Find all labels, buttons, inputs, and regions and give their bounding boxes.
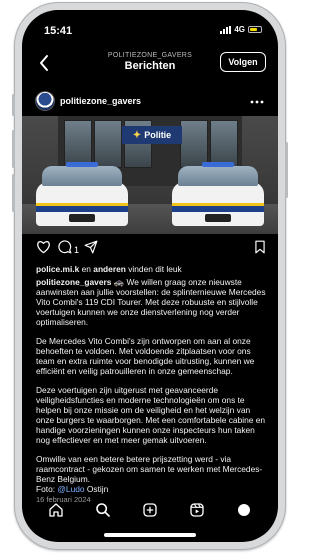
caption-paragraph-3: Deze voertuigen zijn uitgerust met geava… — [36, 385, 266, 445]
mute-switch — [12, 94, 15, 116]
likes-line: police.mi.k en anderen vinden dit leuk — [36, 264, 266, 274]
status-bar: 15:41 4G — [22, 10, 278, 38]
post-username[interactable]: politiezone_gavers — [60, 96, 141, 106]
battery-icon — [248, 26, 262, 33]
search-icon[interactable] — [92, 499, 114, 521]
post-photo[interactable]: ✦ Politie — [22, 116, 278, 234]
caption-paragraph-4: Omwille van een betere betere prijszetti… — [36, 454, 266, 494]
signal-icon — [220, 25, 232, 34]
bottom-nav — [22, 494, 278, 526]
photo-credit-prefix: Foto: — [36, 484, 56, 494]
post-caption: police.mi.k en anderen vinden dit leuk p… — [36, 264, 266, 505]
home-icon[interactable] — [45, 499, 67, 521]
star-icon: ✦ — [132, 129, 142, 141]
notch — [97, 10, 203, 32]
police-van-right — [172, 162, 264, 226]
likes-suffix: vinden dit leuk — [128, 264, 182, 274]
politie-sign: ✦ Politie — [122, 126, 182, 144]
photo-credit-link[interactable]: @Ludo — [57, 484, 84, 494]
create-icon[interactable] — [139, 499, 161, 521]
building-window — [64, 120, 92, 168]
building-window — [180, 120, 208, 168]
caption-paragraph-2: De Mercedes Vito Combi's zijn ontworpen … — [36, 336, 255, 376]
caption-paragraph: politiezone_gavers 🚓 We willen graag onz… — [36, 277, 266, 327]
home-indicator[interactable] — [104, 533, 196, 537]
status-indicators: 4G — [220, 25, 262, 34]
volume-up-button — [12, 130, 15, 168]
likes-connector: en — [81, 264, 91, 274]
profile-icon[interactable] — [233, 499, 255, 521]
caption-paragraph-4-text: Omwille van een betere betere prijszetti… — [36, 454, 263, 484]
phone-screen: 15:41 4G POLITIEZONE_GAVERS Berichten Vo… — [22, 10, 278, 542]
send-icon[interactable] — [84, 240, 98, 259]
like-count: 1 — [74, 244, 80, 255]
network-label: 4G — [234, 25, 245, 34]
caption-username[interactable]: politiezone_gavers — [36, 277, 111, 287]
caption-emoji: 🚓 — [113, 277, 125, 287]
post-header: politiezone_gavers — [22, 90, 278, 114]
likes-user[interactable]: police.mi.k — [36, 264, 79, 274]
status-time: 15:41 — [44, 25, 73, 37]
photo-credit-suffix: Ostijn — [86, 484, 109, 494]
building-window — [94, 120, 122, 168]
heart-icon[interactable] — [36, 240, 51, 259]
power-button — [285, 142, 288, 198]
building-window — [210, 120, 238, 168]
volume-down-button — [12, 174, 15, 212]
comment-button[interactable]: 1 — [58, 240, 79, 259]
post-actions: 1 — [22, 240, 278, 262]
comment-icon — [58, 240, 72, 259]
politie-sign-text: Politie — [144, 130, 172, 140]
reels-icon[interactable] — [186, 499, 208, 521]
follow-button[interactable]: Volgen — [220, 52, 266, 72]
likes-others[interactable]: anderen — [93, 264, 126, 274]
bookmark-icon[interactable] — [254, 240, 266, 259]
avatar[interactable] — [36, 92, 54, 110]
more-icon[interactable] — [250, 93, 264, 107]
page-header: POLITIEZONE_GAVERS Berichten Volgen — [22, 48, 278, 88]
police-van-left — [36, 162, 128, 226]
